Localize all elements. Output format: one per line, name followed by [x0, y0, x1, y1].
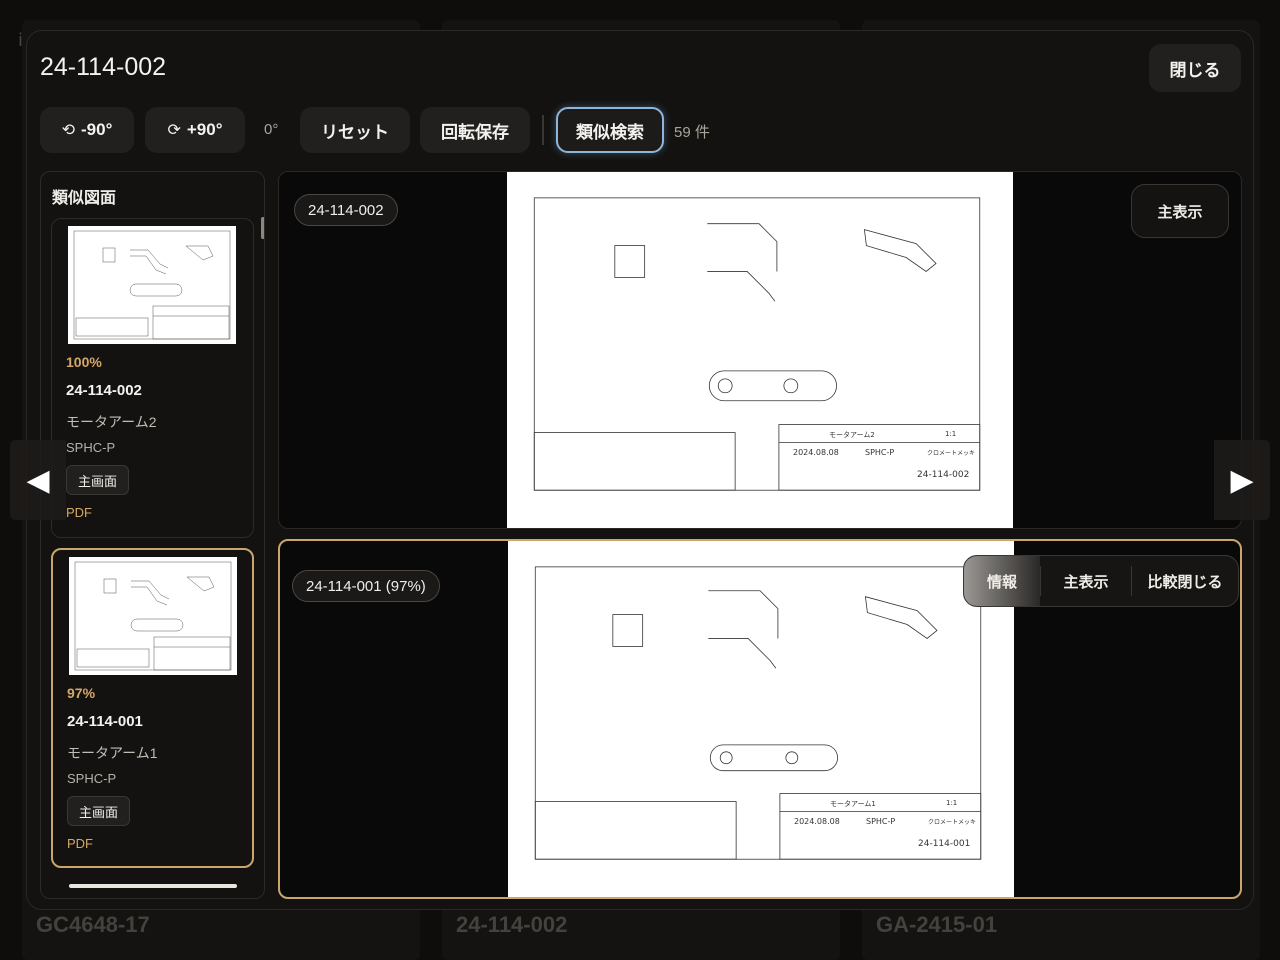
- result-count: 59 件: [674, 124, 710, 141]
- next-card-edge: [69, 884, 237, 888]
- rotate-right-icon: ⟳: [167, 122, 181, 139]
- similarity-score: 97%: [67, 685, 96, 701]
- similar-drawing-card[interactable]: 97% 24-114-001 モータアーム1 SPHC-P 主画面 PDF: [51, 548, 254, 868]
- similarity-score: 100%: [66, 354, 102, 370]
- main-display-button[interactable]: 主表示: [1041, 556, 1131, 606]
- drawing-date: 2024.08.08: [793, 448, 839, 457]
- main-display-button[interactable]: 主表示: [1131, 184, 1229, 238]
- drawing-finish: クロメートメッキ: [928, 819, 977, 826]
- drawing-label: 24-114-002: [294, 194, 398, 226]
- drawing-part-name: モータアーム1: [830, 800, 876, 808]
- drawing-scale: 1:1: [945, 430, 957, 438]
- similar-search-button[interactable]: 類似検索: [556, 107, 664, 153]
- part-name: モータアーム2: [66, 414, 157, 430]
- background-card-title: 24-114-002: [456, 912, 568, 937]
- info-button[interactable]: 情報: [964, 556, 1040, 606]
- drawing-number: 24-114-001: [918, 839, 971, 849]
- close-button[interactable]: 閉じる: [1149, 44, 1241, 92]
- set-main-button[interactable]: 主画面: [67, 796, 130, 826]
- rotate-left-button[interactable]: ⟲ -90°: [40, 107, 134, 153]
- save-rotation-button[interactable]: 回転保存: [420, 107, 530, 153]
- pdf-link[interactable]: PDF: [67, 836, 93, 851]
- rotation-angle: 0°: [264, 121, 279, 138]
- drawing-thumbnail[interactable]: [68, 226, 236, 344]
- rotate-right-button[interactable]: ⟳ +90°: [145, 107, 245, 153]
- drawing-date: 2024.08.08: [794, 817, 840, 826]
- reset-button[interactable]: リセット: [300, 107, 410, 153]
- drawing-material: SPHC-P: [865, 448, 895, 457]
- close-compare-button[interactable]: 比較閉じる: [1132, 556, 1238, 606]
- background-card-title: GC4648-17: [36, 912, 150, 937]
- pdf-link[interactable]: PDF: [66, 505, 92, 520]
- drawing-id: 24-114-002: [66, 382, 142, 399]
- chevron-left-icon: ◀: [26, 462, 50, 498]
- drawing-scale: 1:1: [946, 799, 958, 807]
- compare-drawing-viewer[interactable]: モータアーム1 1:1 2024.08.08 SPHC-P クロメートメッキ 2…: [278, 539, 1242, 899]
- prev-button[interactable]: ◀: [10, 440, 66, 520]
- drawing-finish: クロメートメッキ: [927, 450, 976, 457]
- compare-action-group: 情報 主表示 比較閉じる: [963, 555, 1239, 607]
- similar-drawings-panel: 類似図面 100% 24-114-002 モータアーム2 SPHC-P 主画面 …: [40, 171, 265, 899]
- rotate-left-label: -90°: [81, 120, 113, 139]
- modal-title: 24-114-002: [40, 53, 167, 81]
- drawing-image: モータアーム2 1:1 2024.08.08 SPHC-P クロメートメッキ 2…: [507, 172, 1013, 528]
- drawing-thumbnail[interactable]: [69, 557, 237, 675]
- drawing-id: 24-114-001: [67, 713, 143, 730]
- background-card-title: GA-2415-01: [876, 912, 998, 937]
- drawing-modal: 24-114-002 閉じる ⟲ -90° ⟳ +90° 0° リセット 回転保…: [26, 30, 1254, 910]
- rotate-right-label: +90°: [186, 120, 223, 139]
- drawing-material: SPHC-P: [866, 817, 896, 826]
- material: SPHC-P: [67, 771, 117, 786]
- drawing-number: 24-114-002: [917, 470, 970, 480]
- rotate-left-icon: ⟲: [61, 122, 76, 139]
- compare-drawing-label: 24-114-001 (97%): [292, 570, 440, 602]
- scrollbar-thumb[interactable]: [261, 217, 264, 239]
- set-main-button[interactable]: 主画面: [66, 465, 129, 495]
- material: SPHC-P: [66, 440, 116, 455]
- sidebar-title: 類似図面: [52, 190, 117, 207]
- chevron-right-icon: ▶: [1230, 462, 1254, 498]
- main-drawing-viewer[interactable]: モータアーム2 1:1 2024.08.08 SPHC-P クロメートメッキ 2…: [278, 171, 1242, 529]
- drawing-image: モータアーム1 1:1 2024.08.08 SPHC-P クロメートメッキ 2…: [508, 541, 1014, 897]
- toolbar-divider: [542, 115, 544, 145]
- next-button[interactable]: ▶: [1214, 440, 1270, 520]
- similar-drawing-card[interactable]: 100% 24-114-002 モータアーム2 SPHC-P 主画面 PDF: [51, 218, 254, 538]
- drawing-part-name: モータアーム2: [829, 431, 875, 439]
- part-name: モータアーム1: [67, 745, 158, 761]
